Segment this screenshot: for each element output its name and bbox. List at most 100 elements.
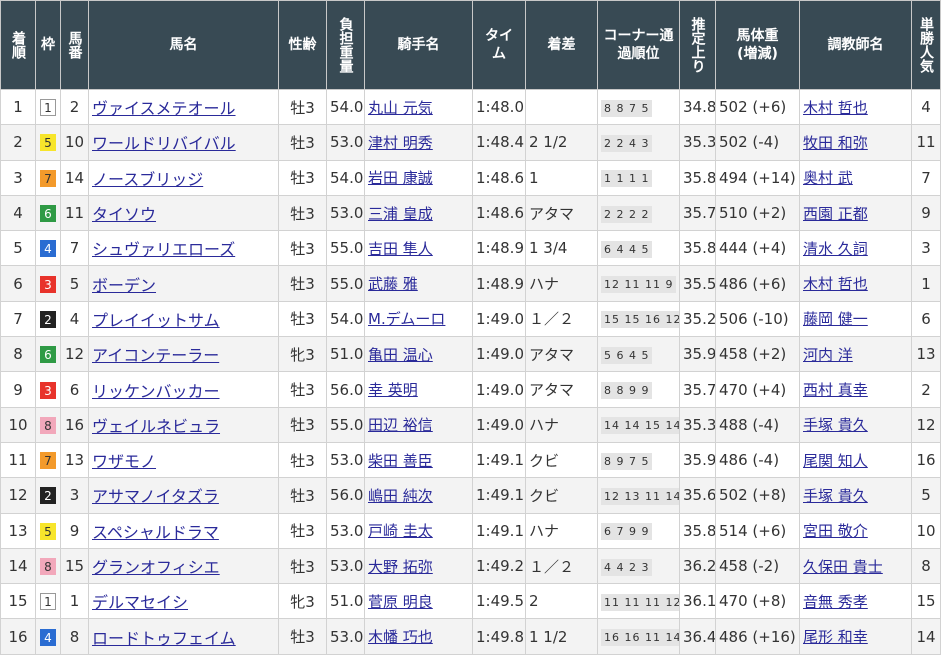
trainer-name-link[interactable]: 西村 真幸 — [803, 381, 868, 399]
trainer-name-link[interactable]: 牧田 和弥 — [803, 134, 868, 152]
cell-time: 1:48.6 — [472, 159, 526, 196]
trainer-name-link[interactable]: 音無 秀孝 — [803, 593, 868, 611]
jockey-name-link[interactable]: 幸 英明 — [368, 381, 418, 399]
trainer-name-link[interactable]: 尾関 知人 — [803, 452, 868, 470]
jockey-name-link[interactable]: 嶋田 純次 — [368, 487, 433, 505]
table-row: 13 5 9 スペシャルドラマ 牡3 53.0 戸崎 圭太 1:49.1 ハナ 6 7 9 9 35… — [0, 512, 941, 549]
cell-seirei: 牡3 — [278, 124, 327, 161]
jockey-name-link[interactable]: 菅原 明良 — [368, 593, 433, 611]
horse-name-link[interactable]: デルマセイシ — [92, 593, 188, 612]
cell-chakujun: 8 — [0, 336, 36, 373]
horse-name-link[interactable]: ボーデン — [92, 276, 156, 295]
trainer-name-link[interactable]: 木村 哲也 — [803, 275, 868, 293]
header-agari: 推定上り — [679, 0, 716, 90]
cell-margin: アタマ — [525, 336, 598, 373]
trainer-name-link[interactable]: 木村 哲也 — [803, 99, 868, 117]
horse-name-link[interactable]: タイソウ — [92, 205, 156, 224]
trainer-name-link[interactable]: 藤岡 健一 — [803, 310, 868, 328]
horse-name-link[interactable]: プレイイットサム — [92, 311, 220, 330]
cell-time: 1:49.1 — [472, 441, 526, 479]
jockey-name-link[interactable]: 田辺 裕信 — [368, 416, 433, 434]
horse-name-link[interactable]: アサマノイタズラ — [92, 487, 219, 506]
table-row: 3 7 14 ノースブリッジ 牡3 54.0 岩田 康誠 1:48.6 1 1 1 1 1 35.8… — [0, 159, 941, 196]
horse-name-link[interactable]: ヴァイスメテオール — [92, 99, 236, 118]
cell-futan: 54.0 — [326, 88, 365, 126]
waku-badge: 4 — [40, 240, 56, 258]
cell-corner: 5 6 4 5 — [597, 336, 680, 373]
waku-badge: 5 — [40, 134, 56, 152]
trainer-name-cell: 宮田 敬介 — [799, 512, 912, 549]
jockey-name-link[interactable]: 三浦 皇成 — [368, 205, 433, 223]
trainer-name-link[interactable]: 手塚 貴久 — [803, 487, 868, 505]
jockey-name-link[interactable]: 津村 明秀 — [368, 134, 433, 152]
waku-badge: 6 — [40, 346, 56, 364]
horse-name-cell: グランオフィシエ — [88, 547, 279, 585]
cell-ninki: 14 — [911, 618, 941, 655]
trainer-name-link[interactable]: 河内 洋 — [803, 346, 853, 364]
cell-agari: 35.2 — [679, 300, 716, 338]
horse-name-link[interactable]: シュヴァリエローズ — [92, 240, 235, 259]
trainer-name-link[interactable]: 西園 正都 — [803, 205, 868, 223]
horse-name-cell: アイコンテーラー — [88, 336, 279, 373]
header-bamei: 馬名 — [88, 0, 279, 90]
cell-chakujun: 3 — [0, 159, 36, 196]
header-ninki: 単勝人気 — [911, 0, 941, 90]
cell-weight: 458 (+2) — [715, 336, 800, 373]
table-row: 9 3 6 リッケンバッカー 牡3 56.0 幸 英明 1:49.0 アタマ 8 8 9 9 35.… — [0, 371, 941, 408]
jockey-name-link[interactable]: 亀田 温心 — [368, 346, 433, 364]
horse-name-link[interactable]: スペシャルドラマ — [92, 523, 219, 542]
cell-corner: 16 16 11 14 — [597, 618, 680, 655]
horse-name-link[interactable]: ワールドリバイバル — [92, 134, 236, 153]
cell-waku: 5 — [35, 124, 61, 161]
cell-futan: 53.0 — [326, 547, 365, 585]
trainer-name-link[interactable]: 尾形 和幸 — [803, 628, 868, 646]
horse-name-link[interactable]: リッケンバッカー — [92, 382, 220, 401]
trainer-name-link[interactable]: 宮田 敬介 — [803, 522, 868, 540]
cell-margin: 1 — [525, 159, 598, 196]
cell-ninki: 2 — [911, 371, 941, 408]
jockey-name-link[interactable]: 吉田 隼人 — [368, 240, 433, 258]
cell-agari: 35.7 — [679, 371, 716, 408]
header-corner: コーナー通過順位 — [597, 0, 680, 90]
jockey-name-link[interactable]: 岩田 康誠 — [368, 169, 433, 187]
race-result-table: 着順 枠 馬番 馬名 性齢 負担重量 騎手名 タイム 着差 コーナー通過順位 推… — [0, 0, 941, 655]
cell-agari: 35.3 — [679, 124, 716, 161]
trainer-name-link[interactable]: 久保田 貴士 — [803, 558, 883, 576]
horse-name-link[interactable]: ロードトゥフェイム — [92, 629, 236, 648]
cell-weight: 486 (+16) — [715, 618, 800, 655]
cell-margin: １／２ — [525, 300, 598, 338]
waku-badge: 4 — [40, 628, 56, 646]
cell-umaban: 12 — [60, 336, 89, 373]
cell-futan: 54.0 — [326, 300, 365, 338]
horse-name-link[interactable]: ノースブリッジ — [92, 170, 203, 189]
jockey-name-link[interactable]: 戸崎 圭太 — [368, 522, 433, 540]
cell-margin: ハナ — [525, 406, 598, 443]
horse-name-link[interactable]: アイコンテーラー — [92, 346, 219, 365]
jockey-name-link[interactable]: M.デムーロ — [368, 310, 445, 328]
cell-futan: 53.0 — [326, 441, 365, 479]
cell-chakujun: 4 — [0, 194, 36, 232]
cell-corner: 14 14 15 14 — [597, 406, 680, 443]
cell-corner: 1 1 1 1 — [597, 159, 680, 196]
trainer-name-link[interactable]: 清水 久詞 — [803, 240, 868, 258]
header-chakusa: 着差 — [525, 0, 598, 90]
horse-name-link[interactable]: ワザモノ — [92, 452, 156, 471]
jockey-name-link[interactable]: 木幡 巧也 — [368, 628, 433, 646]
cell-agari: 34.8 — [679, 88, 716, 126]
horse-name-cell: リッケンバッカー — [88, 371, 279, 408]
cell-margin: 2 — [525, 583, 598, 620]
horse-name-link[interactable]: ヴェイルネビュラ — [92, 417, 220, 436]
trainer-name-cell: 手塚 貴久 — [799, 406, 912, 443]
cell-seirei: 牡3 — [278, 194, 327, 232]
jockey-name-link[interactable]: 丸山 元気 — [368, 99, 433, 117]
horse-name-link[interactable]: グランオフィシエ — [92, 558, 220, 577]
cell-margin: ハナ — [525, 512, 598, 549]
cell-ninki: 7 — [911, 159, 941, 196]
trainer-name-link[interactable]: 奥村 武 — [803, 169, 853, 187]
trainer-name-link[interactable]: 手塚 貴久 — [803, 416, 868, 434]
cell-time: 1:49.0 — [472, 336, 526, 373]
cell-seirei: 牡3 — [278, 230, 327, 267]
jockey-name-link[interactable]: 柴田 善臣 — [368, 452, 433, 470]
jockey-name-link[interactable]: 武藤 雅 — [368, 275, 418, 293]
jockey-name-link[interactable]: 大野 拓弥 — [368, 558, 433, 576]
